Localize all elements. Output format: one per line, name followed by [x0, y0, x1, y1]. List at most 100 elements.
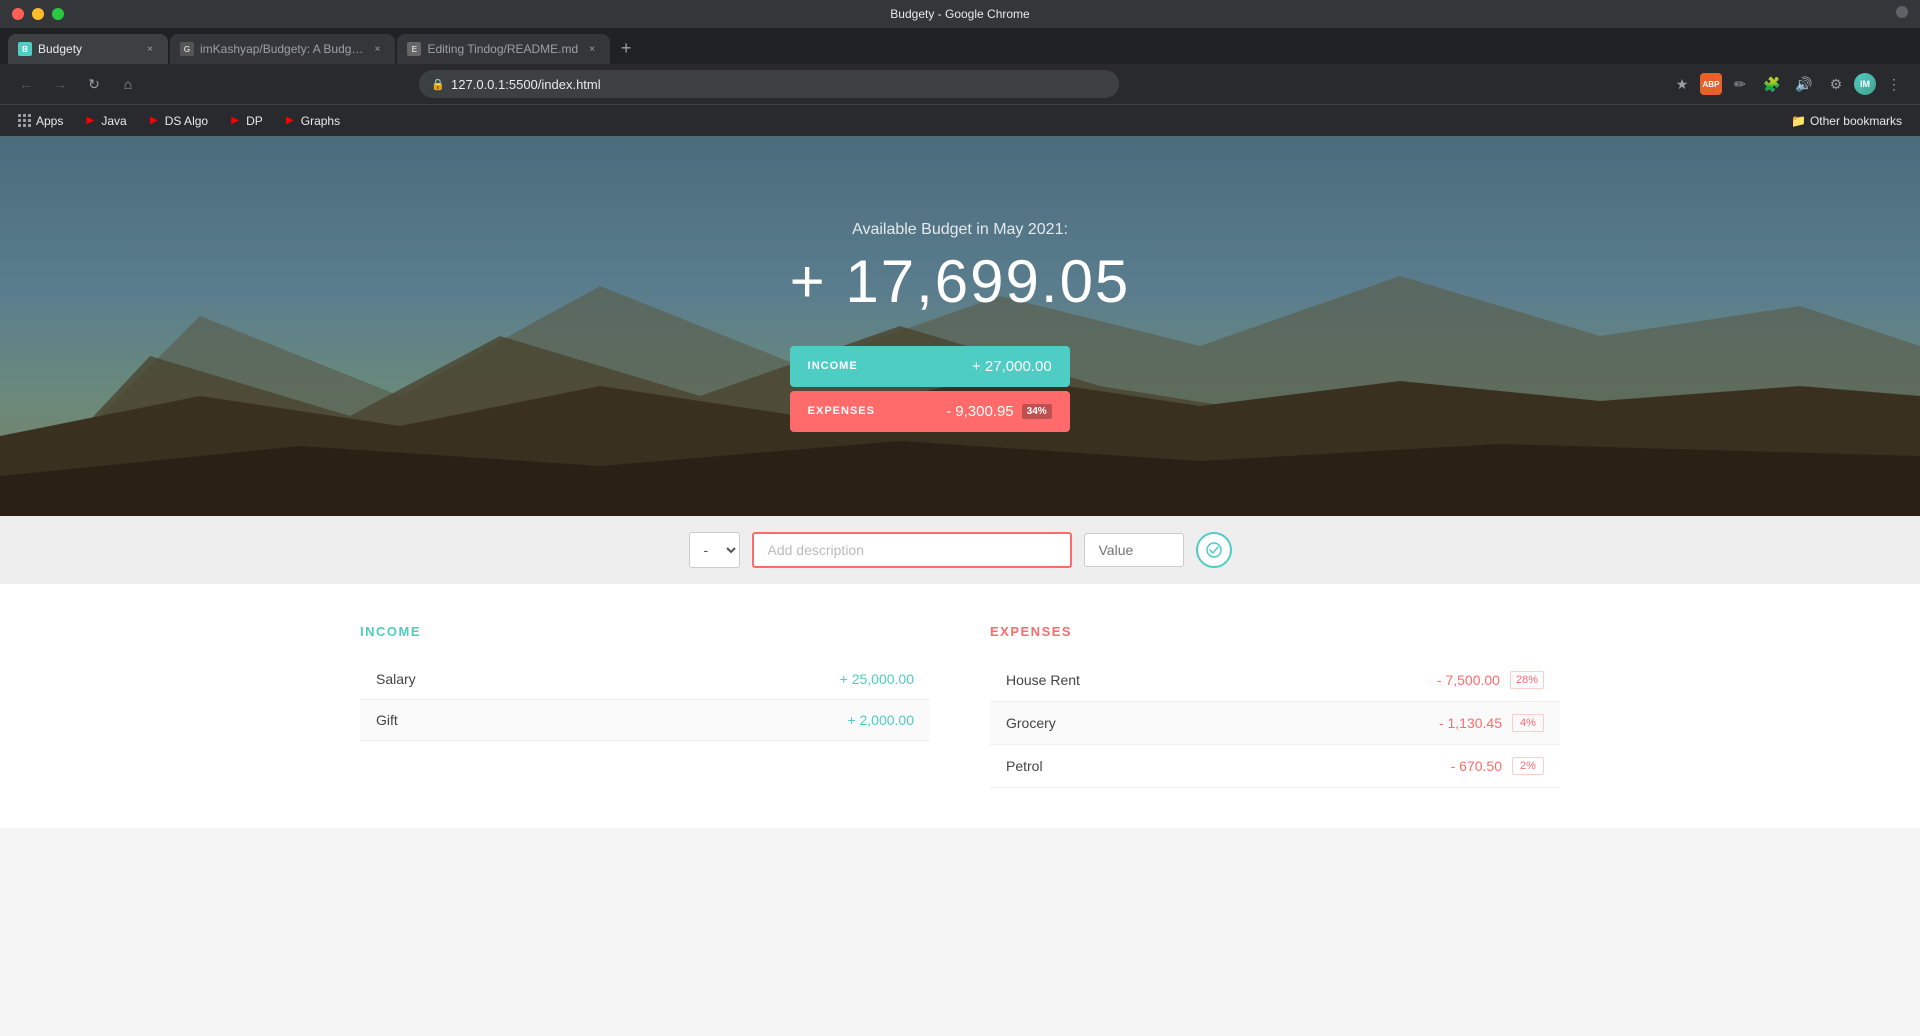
expense-item-grocery-value: - 1,130.45 [1439, 715, 1502, 731]
income-list: INCOME Salary + 25,000.00 Gift + 2,000.0… [360, 624, 930, 788]
other-bookmarks[interactable]: 📁 Other bookmarks [1783, 110, 1910, 132]
tab-tindog[interactable]: E Editing Tindog/README.md × [397, 34, 610, 64]
expense-item-house-rent-right: - 7,500.00 28% [1437, 671, 1544, 689]
other-bookmarks-label: Other bookmarks [1810, 114, 1902, 128]
tab-close-budgety[interactable]: × [142, 41, 158, 57]
url-bar[interactable]: 🔒 127.0.0.1:5500/index.html [419, 70, 1119, 98]
bookmark-dp[interactable]: ▶ DP [220, 110, 271, 132]
bookmark-apps[interactable]: Apps [10, 110, 71, 132]
bookmark-java-label: Java [101, 114, 126, 128]
page-content: Available Budget in May 2021: + 17,699.0… [0, 136, 1920, 1036]
tab-close-tindog[interactable]: × [584, 41, 600, 57]
summary-cards: INCOME + 27,000.00 EXPENSES - 9,300.95 3… [790, 346, 1070, 432]
reload-button[interactable]: ↻ [80, 70, 108, 98]
tab-imkashyap[interactable]: G imKashyap/Budgety: A Budg… × [170, 34, 395, 64]
bookmark-java[interactable]: ▶ Java [75, 110, 134, 132]
bookmark-apps-label: Apps [36, 114, 63, 128]
expense-item-grocery-name: Grocery [1006, 715, 1056, 731]
income-card-label: INCOME [808, 360, 858, 372]
youtube-icon-ds-algo: ▶ [147, 114, 161, 128]
tab-favicon-budgety: B [18, 42, 32, 56]
bookmarks-bar: Apps ▶ Java ▶ DS Algo ▶ DP ▶ Graphs 📁 Ot… [0, 104, 1920, 136]
income-card-value: + 27,000.00 [972, 358, 1052, 375]
expense-item-petrol-name: Petrol [1006, 758, 1043, 774]
income-item-gift-value: + 2,000.00 [847, 712, 914, 728]
url-text: 127.0.0.1:5500/index.html [451, 77, 601, 92]
income-item-gift-name: Gift [376, 712, 398, 728]
hero-section: Available Budget in May 2021: + 17,699.0… [0, 136, 1920, 516]
bookmark-graphs[interactable]: ▶ Graphs [275, 110, 348, 132]
hero-label: Available Budget in May 2021: [790, 221, 1131, 239]
add-button[interactable] [1196, 532, 1232, 568]
description-input[interactable] [752, 532, 1072, 568]
new-tab-button[interactable]: + [612, 34, 640, 62]
expenses-card-label: EXPENSES [808, 405, 875, 417]
menu-icon[interactable]: ⋮ [1880, 70, 1908, 98]
bookmark-star-icon[interactable]: ★ [1668, 70, 1696, 98]
youtube-icon-java: ▶ [83, 114, 97, 128]
back-button[interactable]: ← [12, 70, 40, 98]
tab-label-budgety: Budgety [38, 42, 136, 56]
type-select[interactable]: - + [689, 532, 740, 568]
income-summary-card: INCOME + 27,000.00 [790, 346, 1070, 387]
bookmark-ds-algo[interactable]: ▶ DS Algo [139, 110, 216, 132]
settings-icon[interactable]: ⚙ [1822, 70, 1850, 98]
expense-item-house-rent-name: House Rent [1006, 672, 1080, 688]
forward-button[interactable]: → [46, 70, 74, 98]
expense-item-house-rent: House Rent - 7,500.00 28% [990, 659, 1560, 702]
tab-favicon-tindog: E [407, 42, 421, 56]
address-bar: ← → ↻ ⌂ 🔒 127.0.0.1:5500/index.html ★ AB… [0, 64, 1920, 104]
audio-icon[interactable]: 🔊 [1790, 70, 1818, 98]
bookmark-ds-algo-label: DS Algo [165, 114, 208, 128]
expenses-card-pct: 34% [1022, 404, 1052, 419]
minimize-button[interactable] [32, 8, 44, 20]
home-button[interactable]: ⌂ [114, 70, 142, 98]
expenses-list: EXPENSES House Rent - 7,500.00 28% Groce… [990, 624, 1560, 788]
bookmark-graphs-label: Graphs [301, 114, 340, 128]
maximize-button[interactable] [52, 8, 64, 20]
expense-item-petrol-pct: 2% [1512, 757, 1544, 775]
expenses-card-right: - 9,300.95 34% [946, 403, 1052, 420]
expense-item-petrol-value: - 670.50 [1451, 758, 1502, 774]
income-item-gift-right: + 2,000.00 [847, 712, 914, 728]
avatar[interactable]: IM [1854, 73, 1876, 95]
title-bar: Budgety - Google Chrome [0, 0, 1920, 28]
hero-content: Available Budget in May 2021: + 17,699.0… [790, 221, 1131, 432]
income-item-salary-right: + 25,000.00 [840, 671, 914, 687]
expenses-list-title: EXPENSES [990, 624, 1560, 639]
edit-icon[interactable]: ✏ [1726, 70, 1754, 98]
expense-item-house-rent-value: - 7,500.00 [1437, 672, 1500, 688]
tab-label-imkashyap: imKashyap/Budgety: A Budg… [200, 42, 363, 56]
chrome-window: Budgety - Google Chrome B Budgety × G im… [0, 0, 1920, 1036]
input-section: - + [0, 516, 1920, 584]
expenses-summary-card: EXPENSES - 9,300.95 34% [790, 391, 1070, 432]
income-card-right: + 27,000.00 [972, 358, 1052, 375]
lists-section: INCOME Salary + 25,000.00 Gift + 2,000.0… [0, 584, 1920, 828]
window-title: Budgety - Google Chrome [890, 7, 1029, 21]
bookmark-dp-label: DP [246, 114, 263, 128]
close-button[interactable] [12, 8, 24, 20]
youtube-icon-dp: ▶ [228, 114, 242, 128]
income-item-salary: Salary + 25,000.00 [360, 659, 930, 700]
income-item-gift: Gift + 2,000.00 [360, 700, 930, 741]
expense-item-grocery: Grocery - 1,130.45 4% [990, 702, 1560, 745]
tab-budgety[interactable]: B Budgety × [8, 34, 168, 64]
expenses-card-value: - 9,300.95 [946, 403, 1014, 420]
income-list-title: INCOME [360, 624, 930, 639]
checkmark-icon [1206, 542, 1222, 558]
lock-icon: 🔒 [431, 78, 445, 91]
toolbar-icons: ★ ABP ✏ 🧩 🔊 ⚙ IM ⋮ [1668, 70, 1908, 98]
extensions-icon[interactable]: 🧩 [1758, 70, 1786, 98]
cast-button[interactable] [1896, 6, 1908, 18]
tab-bar: B Budgety × G imKashyap/Budgety: A Budg…… [0, 28, 1920, 64]
income-item-salary-value: + 25,000.00 [840, 671, 914, 687]
value-input[interactable] [1084, 533, 1184, 567]
tab-close-imkashyap[interactable]: × [369, 41, 385, 57]
expense-item-house-rent-pct: 28% [1510, 671, 1544, 689]
expense-item-petrol: Petrol - 670.50 2% [990, 745, 1560, 788]
tab-favicon-imkashyap: G [180, 42, 194, 56]
adblock-icon[interactable]: ABP [1700, 73, 1722, 95]
window-controls [12, 8, 64, 20]
expense-item-petrol-right: - 670.50 2% [1451, 757, 1544, 775]
expense-item-grocery-pct: 4% [1512, 714, 1544, 732]
